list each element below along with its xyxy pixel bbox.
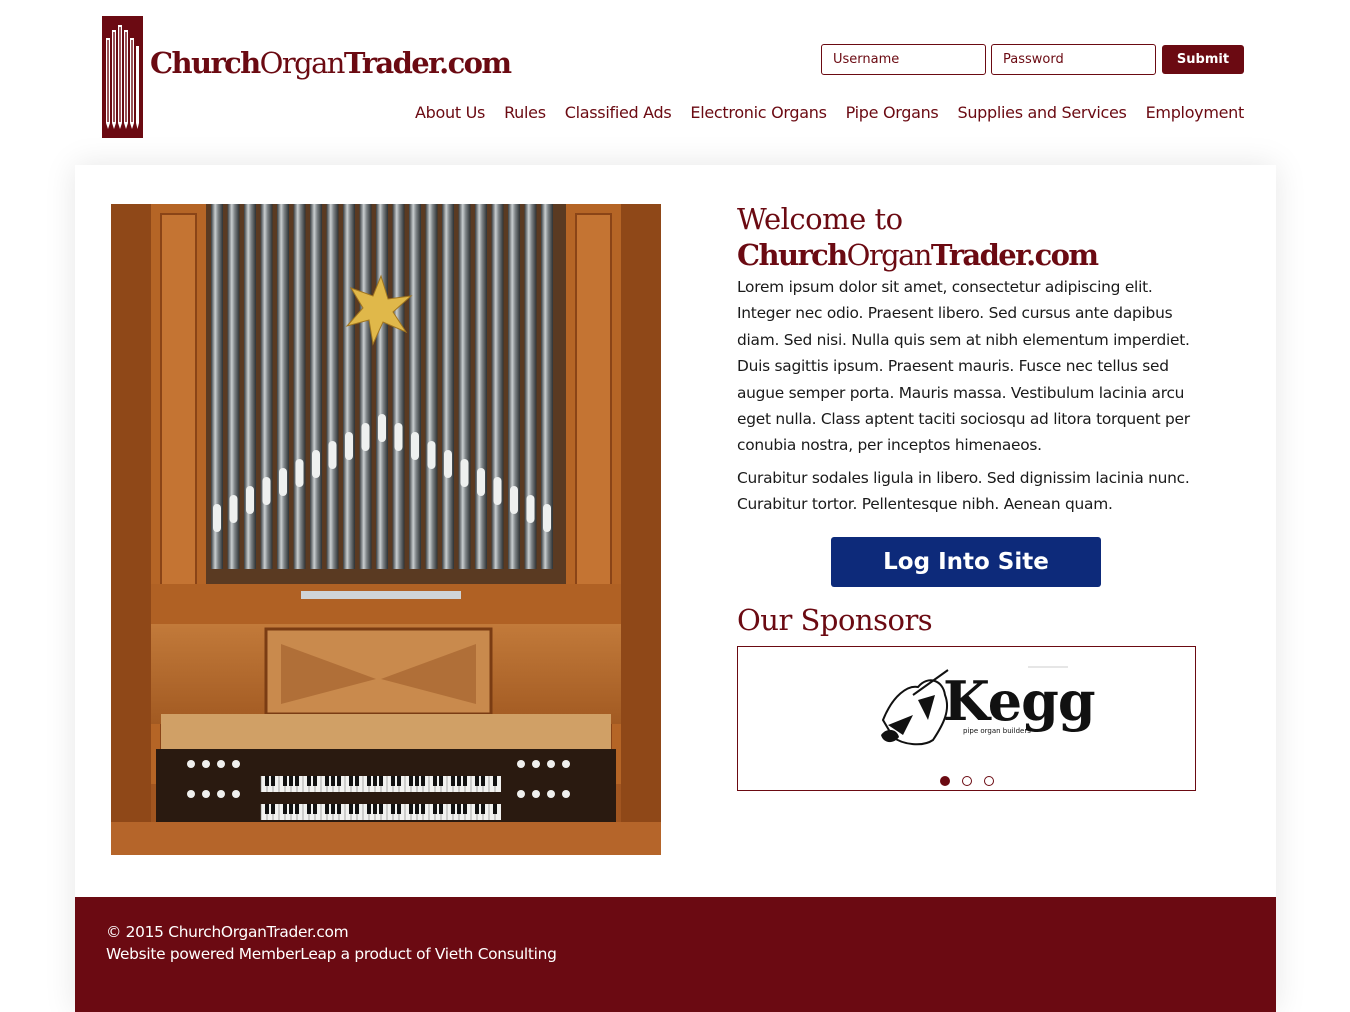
carousel-dot-1[interactable] bbox=[939, 775, 950, 786]
sponsors-heading: Our Sponsors bbox=[737, 602, 933, 637]
nav-classified-ads[interactable]: Classified Ads bbox=[565, 103, 672, 122]
carousel-dots bbox=[738, 775, 1195, 786]
welcome-brand: ChurchOrganTrader.com bbox=[737, 238, 1099, 272]
main-nav: About Us Rules Classified Ads Electronic… bbox=[415, 103, 1244, 122]
nav-pipe-organs[interactable]: Pipe Organs bbox=[846, 103, 939, 122]
nav-rules[interactable]: Rules bbox=[504, 103, 546, 122]
welcome-column: Welcome to ChurchOrganTrader.com Lorem i… bbox=[737, 201, 1197, 791]
nav-employment[interactable]: Employment bbox=[1146, 103, 1245, 122]
pipe-organ-photo bbox=[111, 204, 661, 855]
nav-supplies-services[interactable]: Supplies and Services bbox=[957, 103, 1126, 122]
nav-electronic-organs[interactable]: Electronic Organs bbox=[690, 103, 826, 122]
submit-button[interactable]: Submit bbox=[1162, 45, 1244, 74]
brand-part-2: Organ bbox=[259, 46, 346, 80]
sponsor-name: Kegg bbox=[943, 668, 1096, 733]
main-card: Welcome to ChurchOrganTrader.com Lorem i… bbox=[75, 165, 1276, 1012]
header-login-form: Submit bbox=[821, 44, 1244, 75]
carousel-dot-2[interactable] bbox=[961, 775, 972, 786]
footer-copyright: © 2015 ChurchOrganTrader.com bbox=[106, 923, 349, 941]
site-logo-text[interactable]: ChurchOrganTrader.com bbox=[150, 46, 512, 80]
welcome-heading: Welcome to ChurchOrganTrader.com bbox=[737, 201, 1197, 273]
welcome-brand-3: Trader.com bbox=[930, 238, 1099, 272]
logo-organ-pipes-icon[interactable] bbox=[102, 16, 143, 138]
brand-part-3: Trader.com bbox=[343, 46, 512, 80]
sponsor-tagline: pipe organ builders bbox=[963, 726, 1031, 735]
welcome-brand-2: Organ bbox=[846, 238, 933, 272]
welcome-prefix: Welcome to bbox=[737, 202, 903, 236]
intro-paragraph-2: Curabitur sodales ligula in libero. Sed … bbox=[737, 468, 1190, 514]
sponsor-carousel[interactable]: Kegg pipe organ builders bbox=[737, 645, 1196, 791]
brand-part-1: Church bbox=[150, 46, 261, 80]
nav-about-us[interactable]: About Us bbox=[415, 103, 485, 122]
log-into-site-button[interactable]: Log Into Site bbox=[831, 536, 1101, 587]
site-footer: © 2015 ChurchOrganTrader.com Website pow… bbox=[75, 897, 1276, 1012]
intro-paragraph-1: Lorem ipsum dolor sit amet, consectetur … bbox=[737, 278, 1190, 455]
username-input[interactable] bbox=[821, 44, 986, 75]
carousel-dot-3[interactable] bbox=[983, 775, 994, 786]
kegg-sponsor-logo[interactable]: Kegg pipe organ builders bbox=[873, 665, 1096, 764]
footer-powered-by: Website powered MemberLeap a product of … bbox=[106, 945, 557, 963]
welcome-brand-1: Church bbox=[737, 238, 848, 272]
password-input[interactable] bbox=[991, 44, 1156, 75]
